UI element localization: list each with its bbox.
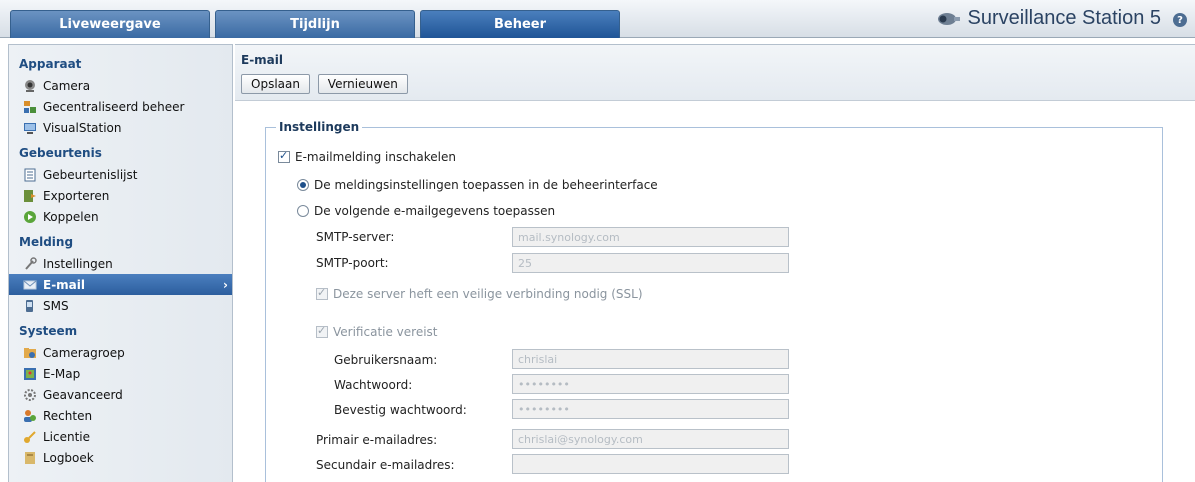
sidebar-item-label: Rechten bbox=[43, 408, 93, 423]
sidebar-item-e-map[interactable]: E-Map bbox=[9, 363, 232, 384]
sidebar-group-systeem: Systeem bbox=[19, 324, 78, 338]
sidebar-item-gecentraliseerd-beheer[interactable]: Gecentraliseerd beheer bbox=[9, 96, 232, 117]
sidebar-item-label: E-mail bbox=[43, 277, 86, 292]
primary-email-input[interactable] bbox=[512, 429, 789, 449]
sidebar-group-gebeurtenis: Gebeurtenis bbox=[19, 146, 102, 160]
tab-beheer[interactable]: Beheer bbox=[420, 10, 620, 38]
sidebar-item-visualstation[interactable]: VisualStation bbox=[9, 117, 232, 138]
sidebar-item-licentie[interactable]: Licentie bbox=[9, 426, 232, 447]
top-bar: Liveweergave Tijdlijn Beheer Surveillanc… bbox=[0, 0, 1195, 38]
sidebar-item-exporteren[interactable]: Exporteren bbox=[9, 185, 232, 206]
tab-tijdlijn[interactable]: Tijdlijn bbox=[215, 10, 415, 38]
camera-icon bbox=[23, 79, 37, 93]
radio-custom-row[interactable]: De volgende e-mailgegevens toepassen bbox=[297, 204, 555, 218]
refresh-button[interactable]: Vernieuwen bbox=[317, 74, 408, 94]
sidebar-item-label: Cameragroep bbox=[43, 345, 125, 360]
sidebar-item-label: Logboek bbox=[43, 450, 94, 465]
key-icon bbox=[23, 430, 37, 444]
visualstation-icon bbox=[23, 121, 37, 135]
ssl-checkbox[interactable] bbox=[316, 286, 328, 300]
sidebar-item-label: Licentie bbox=[43, 429, 91, 444]
confirm-password-label: Bevestig wachtwoord: bbox=[334, 403, 467, 417]
sidebar-item-geavanceerd[interactable]: Geavanceerd bbox=[9, 384, 232, 405]
sidebar-item-rechten[interactable]: Rechten bbox=[9, 405, 232, 426]
sidebar-item-label: SMS bbox=[43, 298, 69, 313]
enable-email-label: E-mailmelding inschakelen bbox=[295, 150, 456, 164]
sidebar-item-instellingen[interactable]: Instellingen bbox=[9, 253, 232, 274]
radio-custom[interactable] bbox=[297, 205, 309, 217]
radio-admin[interactable] bbox=[297, 179, 309, 191]
sidebar-item-label: VisualStation bbox=[43, 120, 122, 135]
camera-group-icon bbox=[23, 346, 37, 360]
auth-row[interactable]: Verificatie vereist bbox=[316, 324, 438, 339]
gear-icon bbox=[23, 388, 37, 402]
sidebar-item-label: Instellingen bbox=[43, 256, 113, 271]
confirm-password-input[interactable] bbox=[512, 399, 789, 419]
enable-email-checkbox[interactable] bbox=[278, 149, 290, 163]
ssl-label: Deze server heft een veilige verbinding … bbox=[333, 287, 643, 301]
sidebar-item-e-mail[interactable]: E-mail › bbox=[9, 274, 232, 295]
privileges-icon bbox=[23, 409, 37, 423]
sidebar-item-logboek[interactable]: Logboek bbox=[9, 447, 232, 468]
sidebar-group-apparaat: Apparaat bbox=[19, 57, 82, 71]
mail-icon bbox=[23, 278, 37, 292]
event-list-icon bbox=[23, 168, 37, 182]
secondary-email-label: Secundair e-mailadres: bbox=[316, 458, 455, 472]
radio-custom-label: De volgende e-mailgegevens toepassen bbox=[314, 204, 556, 218]
main-header: E-mail Opslaan Vernieuwen bbox=[235, 45, 1195, 101]
page-title: E-mail bbox=[241, 53, 284, 67]
sidebar-group-melding: Melding bbox=[19, 235, 74, 249]
sidebar-item-label: Exporteren bbox=[43, 188, 110, 203]
sidebar-item-label: Camera bbox=[43, 78, 91, 93]
primary-email-label: Primair e-mailadres: bbox=[316, 433, 438, 447]
password-label: Wachtwoord: bbox=[334, 378, 413, 392]
smtp-server-input[interactable] bbox=[512, 227, 789, 247]
sidebar-item-koppelen[interactable]: Koppelen bbox=[9, 206, 232, 227]
emap-icon bbox=[23, 367, 37, 381]
tab-liveweergave[interactable]: Liveweergave bbox=[10, 10, 210, 38]
mount-icon bbox=[23, 210, 37, 224]
wrench-icon bbox=[23, 256, 37, 271]
brand: Surveillance Station 5 bbox=[936, 7, 1161, 30]
sms-icon bbox=[23, 299, 37, 313]
radio-admin-row[interactable]: De meldingsinstellingen toepassen in de … bbox=[297, 178, 658, 192]
auth-label: Verificatie vereist bbox=[333, 325, 438, 339]
save-button[interactable]: Opslaan bbox=[241, 74, 310, 94]
sidebar-item-label: Koppelen bbox=[43, 209, 99, 224]
enable-email-row[interactable]: E-mailmelding inschakelen bbox=[278, 149, 456, 164]
camera-icon bbox=[936, 9, 962, 29]
smtp-port-input[interactable] bbox=[512, 253, 789, 273]
brand-title: Surveillance Station 5 bbox=[967, 7, 1161, 29]
settings-legend: Instellingen bbox=[276, 120, 363, 134]
secondary-email-input[interactable] bbox=[512, 454, 789, 474]
sidebar: Apparaat Camera Gecentraliseerd beheer V… bbox=[8, 44, 233, 482]
password-input[interactable] bbox=[512, 374, 789, 394]
auth-checkbox[interactable] bbox=[316, 324, 328, 338]
centralized-management-icon bbox=[23, 100, 37, 114]
sidebar-item-label: Gecentraliseerd beheer bbox=[43, 99, 185, 114]
chevron-right-icon: › bbox=[223, 277, 228, 292]
smtp-server-label: SMTP-server: bbox=[316, 230, 395, 244]
sidebar-item-sms[interactable]: SMS bbox=[9, 295, 232, 316]
sidebar-item-label: Gebeurtenislijst bbox=[43, 167, 138, 182]
username-label: Gebruikersnaam: bbox=[334, 353, 438, 367]
help-icon[interactable]: ? bbox=[1173, 13, 1187, 27]
sidebar-item-label: E-Map bbox=[43, 366, 81, 381]
sidebar-item-gebeurtenislijst[interactable]: Gebeurtenislijst bbox=[9, 164, 232, 185]
sidebar-item-cameragroep[interactable]: Cameragroep bbox=[9, 342, 232, 363]
sidebar-item-camera[interactable]: Camera bbox=[9, 75, 232, 96]
smtp-port-label: SMTP-poort: bbox=[316, 256, 389, 270]
log-icon bbox=[23, 451, 37, 465]
sidebar-item-label: Geavanceerd bbox=[43, 387, 123, 402]
export-icon bbox=[23, 189, 37, 203]
radio-admin-label: De meldingsinstellingen toepassen in de … bbox=[314, 178, 658, 192]
username-input[interactable] bbox=[512, 349, 789, 369]
ssl-row[interactable]: Deze server heft een veilige verbinding … bbox=[316, 286, 643, 301]
